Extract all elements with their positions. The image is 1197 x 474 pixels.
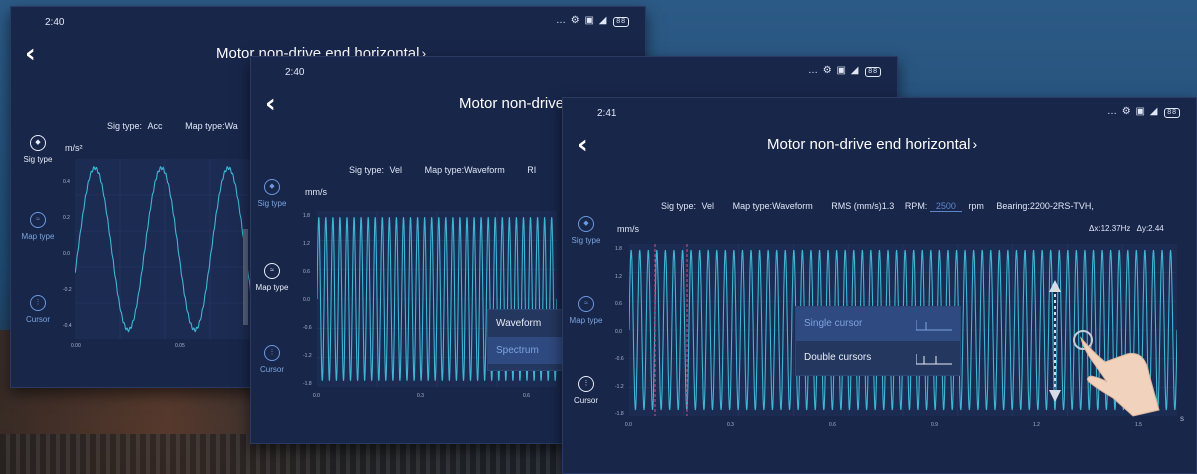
- y-tick: 0.2: [63, 215, 70, 221]
- y-tick: -0.2: [63, 287, 72, 293]
- cursor-icon: ⋮: [578, 376, 594, 392]
- cursor-menu: Single cursor Double cursors: [795, 306, 961, 376]
- page-title[interactable]: Motor non-drive end horizontal›: [767, 136, 977, 153]
- x-tick: 0.3: [417, 393, 424, 399]
- single-cursor-icon: [916, 320, 952, 331]
- status-icons: … ⚙ ▣ ◢ 88: [1107, 106, 1180, 118]
- double-cursors-icon: [916, 354, 952, 365]
- status-icons: … ⚙ ▣ ◢ 88: [808, 65, 881, 77]
- x-tick: 0.0: [313, 393, 320, 399]
- y-tick: -0.4: [63, 323, 72, 329]
- y-tick: 1.2: [303, 241, 310, 247]
- waveform-plot: [75, 159, 255, 339]
- y-tick: -1.2: [615, 384, 624, 390]
- y-tick: -1.8: [303, 381, 312, 387]
- sig-type-button[interactable]: ◆ Sig type: [11, 135, 65, 164]
- y-tick: 0.0: [63, 251, 70, 257]
- cursor-icon: ⋮: [30, 295, 46, 311]
- map-type-icon: ≈: [264, 263, 280, 279]
- back-arrow-icon[interactable]: ‹: [577, 130, 588, 160]
- y-unit-label: m/s²: [65, 143, 83, 153]
- x-tick: 0.9: [931, 422, 938, 428]
- y-tick: 1.8: [615, 246, 622, 252]
- status-time: 2:40: [45, 17, 65, 28]
- sig-type-icon: ◆: [578, 216, 594, 232]
- y-tick: 1.8: [303, 213, 310, 219]
- y-tick: 0.6: [303, 269, 310, 275]
- sig-type-icon: ◆: [264, 179, 280, 195]
- y-unit-label: mm/s: [305, 187, 327, 197]
- cursor-button[interactable]: ⋮ Cursor: [251, 345, 299, 374]
- title-bar: ‹ Motor non-drive end horizontal›: [563, 124, 1196, 168]
- y-unit-label: mm/s: [617, 224, 639, 234]
- map-type-button[interactable]: ≈ Map type: [563, 296, 613, 325]
- battery-icon: 88: [1164, 108, 1180, 118]
- map-type-icon: ≈: [30, 212, 46, 228]
- x-tick: 0.3: [727, 422, 734, 428]
- y-tick: 0.0: [303, 297, 310, 303]
- chevron-right-icon: ›: [972, 136, 978, 152]
- battery-icon: 88: [865, 67, 881, 77]
- menu-item-double-cursors[interactable]: Double cursors: [796, 341, 960, 375]
- x-tick: 0.0: [625, 422, 632, 428]
- x-tick: 0.6: [829, 422, 836, 428]
- rpm-input[interactable]: 2500: [929, 201, 962, 212]
- signal-info: Sig type: Vel Map type:Waveform RI: [349, 165, 537, 175]
- x-tick: 0.05: [175, 343, 185, 349]
- y-tick: 0.6: [615, 301, 622, 307]
- back-arrow-icon[interactable]: ‹: [25, 39, 36, 69]
- cursor-icon: ⋮: [264, 345, 280, 361]
- x-tick: 0.6: [523, 393, 530, 399]
- y-tick: -1.2: [303, 353, 312, 359]
- x-tick: 1.2: [1033, 422, 1040, 428]
- sig-type-button[interactable]: ◆ Sig type: [251, 179, 299, 208]
- status-time: 2:41: [597, 108, 617, 119]
- map-type-button[interactable]: ≈ Map type: [11, 212, 65, 241]
- sig-type-button[interactable]: ◆ Sig type: [563, 216, 613, 245]
- cursor-delta: Δx:12.37Hz Δy:2.44: [1089, 224, 1164, 233]
- signal-info: Sig type: Vel Map type:Waveform RMS (mm/…: [661, 201, 1094, 212]
- y-tick: -1.8: [615, 411, 624, 417]
- back-arrow-icon[interactable]: ‹: [265, 89, 276, 119]
- swipe-gesture-icon: [1049, 280, 1160, 417]
- sig-type-icon: ◆: [30, 135, 46, 151]
- cursor-button[interactable]: ⋮ Cursor: [11, 295, 65, 324]
- map-type-button[interactable]: ≈ Map type: [251, 263, 299, 292]
- y-tick: 0.4: [63, 179, 70, 185]
- x-tick: 1.5: [1135, 422, 1142, 428]
- battery-icon: 88: [613, 17, 629, 27]
- bearing-value[interactable]: Bearing:2200-2RS-TVH,: [996, 201, 1094, 211]
- status-time: 2:40: [285, 67, 305, 78]
- menu-item-single-cursor[interactable]: Single cursor: [796, 307, 960, 341]
- y-tick: 0.0: [615, 329, 622, 335]
- status-icons: … ⚙ ▣ ◢ 88: [556, 15, 629, 27]
- status-bar: 2:41 … ⚙ ▣ ◢ 88: [563, 98, 1196, 124]
- cursor-button[interactable]: ⋮ Cursor: [563, 376, 613, 405]
- y-tick: 1.2: [615, 274, 622, 280]
- map-type-icon: ≈: [578, 296, 594, 312]
- y-tick: -0.6: [303, 325, 312, 331]
- app-screen-cursor: 2:41 … ⚙ ▣ ◢ 88 ‹ Motor non-drive end ho…: [562, 97, 1197, 474]
- plot-scrollbar[interactable]: [243, 229, 248, 325]
- y-tick: -0.6: [615, 356, 624, 362]
- status-bar: 2:40 … ⚙ ▣ ◢ 88: [251, 57, 897, 83]
- x-tick: 0.00: [71, 343, 81, 349]
- status-bar: 2:40 … ⚙ ▣ ◢ 88: [11, 7, 645, 33]
- rms-value: RMS (mm/s)1.3: [831, 201, 895, 211]
- signal-info: Sig type: Acc Map type:Wa: [107, 121, 238, 131]
- x-axis-unit: s: [1180, 414, 1184, 423]
